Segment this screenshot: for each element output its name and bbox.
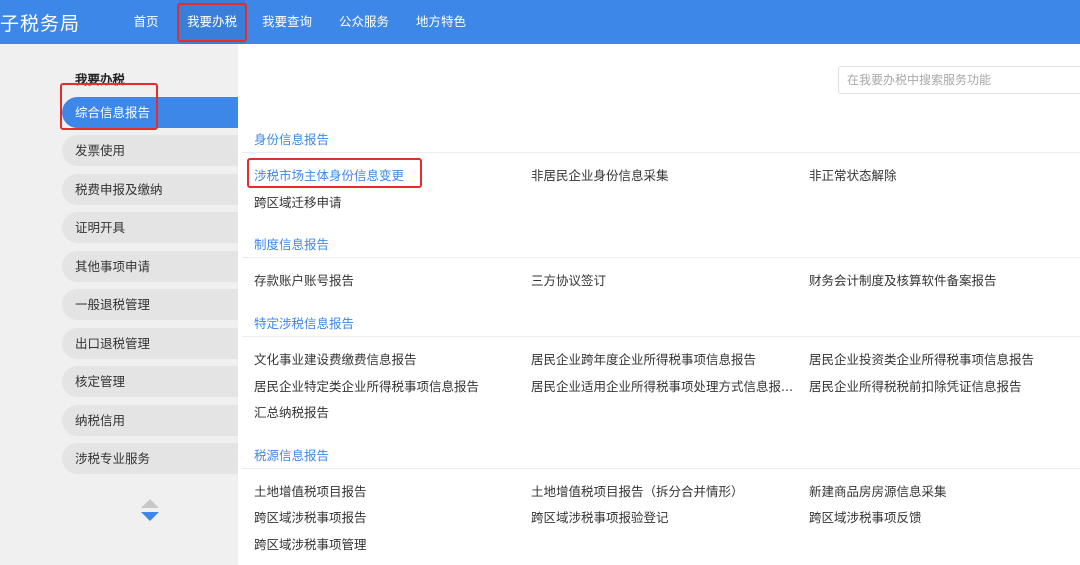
- link-consolidated-tax-report[interactable]: 汇总纳税报告: [254, 402, 329, 421]
- link-cultural-fee-report[interactable]: 文化事业建设费缴费信息报告: [254, 349, 417, 368]
- site-title: 子税务局: [0, 13, 81, 35]
- link-nonresident-identity[interactable]: 非居民企业身份信息采集: [531, 165, 669, 184]
- link-cross-region-registration[interactable]: 跨区域涉税事项报验登记: [531, 507, 669, 526]
- section-title-system: 制度信息报告: [254, 237, 330, 252]
- section-title-identity: 身份信息报告: [254, 132, 330, 147]
- section-divider: [242, 257, 1080, 258]
- link-deposit-account-report[interactable]: 存款账户账号报告: [254, 270, 354, 289]
- link-land-vat-split-merge[interactable]: 土地增值税项目报告（拆分合并情形）: [531, 481, 744, 500]
- section-divider: [242, 468, 1080, 469]
- search-input[interactable]: [838, 66, 1080, 94]
- nav-public-service[interactable]: 公众服务: [332, 0, 396, 44]
- nav-home[interactable]: 首页: [122, 0, 170, 44]
- link-cross-region-management[interactable]: 跨区域涉税事项管理: [254, 534, 367, 553]
- sidebar-item-comprehensive-info-report[interactable]: 综合信息报告: [62, 97, 238, 128]
- link-abnormal-status-release[interactable]: 非正常状态解除: [809, 165, 897, 184]
- sidebar-item-tax-credit[interactable]: 纳税信用: [62, 405, 238, 436]
- section-divider: [242, 336, 1080, 337]
- sidebar-item-other-applications[interactable]: 其他事项申请: [62, 251, 238, 282]
- sidebar: 我要办税 综合信息报告 发票使用 税费申报及缴纳 证明开具 其他事项申请 一般退…: [0, 44, 238, 565]
- sidebar-item-professional-service[interactable]: 涉税专业服务: [62, 443, 238, 474]
- link-cross-region-report[interactable]: 跨区域涉税事项报告: [254, 507, 367, 526]
- sidebar-item-certificate-issue[interactable]: 证明开具: [62, 212, 238, 243]
- sidebar-item-export-refund[interactable]: 出口退税管理: [62, 328, 238, 359]
- link-identity-change[interactable]: 涉税市场主体身份信息变更: [254, 165, 404, 184]
- sidebar-item-assessment[interactable]: 核定管理: [62, 366, 238, 397]
- link-processing-method-report[interactable]: 居民企业适用企业所得税事项处理方式信息报...: [531, 376, 793, 395]
- link-deduction-voucher-report[interactable]: 居民企业所得税税前扣除凭证信息报告: [809, 376, 1022, 395]
- link-investment-income-tax[interactable]: 居民企业投资类企业所得税事项信息报告: [809, 349, 1034, 368]
- sidebar-item-invoice-use[interactable]: 发票使用: [62, 135, 238, 166]
- sidebar-item-tax-declaration-payment[interactable]: 税费申报及缴纳: [62, 174, 238, 205]
- link-cross-region-feedback[interactable]: 跨区域涉税事项反馈: [809, 507, 922, 526]
- link-new-housing-source[interactable]: 新建商品房房源信息采集: [809, 481, 947, 500]
- section-title-specific: 特定涉税信息报告: [254, 316, 355, 331]
- nav-query[interactable]: 我要查询: [255, 0, 319, 44]
- link-specific-income-tax[interactable]: 居民企业特定类企业所得税事项信息报告: [254, 376, 479, 395]
- top-nav-bar: 子税务局 首页 我要办税 我要查询 公众服务 地方特色: [0, 0, 1080, 44]
- nav-tax-handling[interactable]: 我要办税: [179, 0, 245, 44]
- link-land-vat-project[interactable]: 土地增值税项目报告: [254, 481, 367, 500]
- link-accounting-system-filing[interactable]: 财务会计制度及核算软件备案报告: [809, 270, 997, 289]
- sidebar-item-general-refund[interactable]: 一般退税管理: [62, 289, 238, 320]
- nav-local-features[interactable]: 地方特色: [409, 0, 473, 44]
- scroll-arrows-icon[interactable]: [140, 497, 160, 525]
- section-divider: [242, 152, 1080, 153]
- sidebar-title: 我要办税: [75, 72, 126, 87]
- link-cross-region-migration[interactable]: 跨区域迁移申请: [254, 192, 342, 211]
- section-title-tax-source: 税源信息报告: [254, 448, 330, 463]
- link-tripartite-agreement[interactable]: 三方协议签订: [531, 270, 606, 289]
- link-cross-year-income-tax[interactable]: 居民企业跨年度企业所得税事项信息报告: [531, 349, 756, 368]
